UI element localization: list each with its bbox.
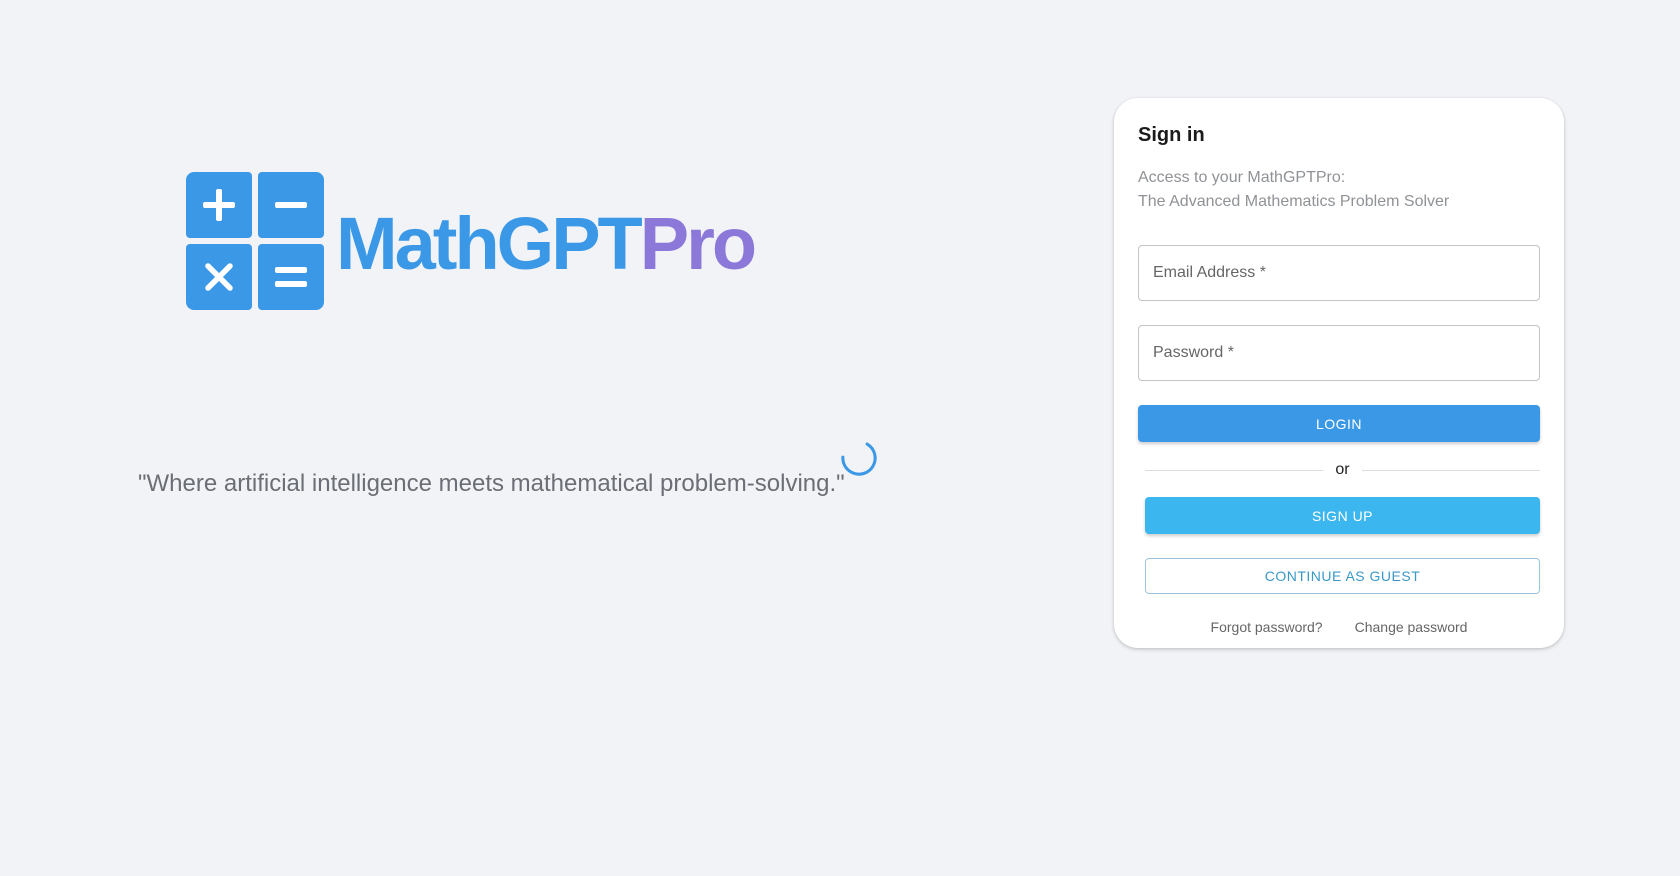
brand-name-part2: Pro	[639, 202, 757, 285]
signin-title: Sign in	[1138, 124, 1205, 146]
signin-subtitle-line2: The Advanced Mathematics Problem Solver	[1138, 193, 1450, 210]
password-field-wrapper	[1138, 325, 1540, 381]
signin-subtitle: Access to your MathGPTPro: The Advanced …	[1138, 166, 1449, 214]
or-divider: or	[1145, 460, 1541, 480]
forgot-password-link[interactable]: Forgot password?	[1211, 619, 1323, 635]
account-links: Forgot password? Change password	[1114, 619, 1564, 635]
loading-spinner-icon	[841, 440, 877, 476]
signin-card: Sign in Access to your MathGPTPro: The A…	[1114, 98, 1564, 648]
brand-name-part1: MathGPT	[336, 202, 643, 285]
email-field-wrapper	[1138, 245, 1540, 301]
logo-calculator-icon	[186, 172, 324, 310]
divider-line-left	[1145, 469, 1324, 471]
plus-icon	[186, 172, 252, 238]
brand-logo: MathGPTPro	[186, 172, 757, 310]
divider-text: or	[1335, 461, 1350, 478]
tagline: "Where artificial intelligence meets mat…	[138, 470, 845, 497]
brand-name: MathGPTPro	[336, 207, 757, 281]
continue-as-guest-button[interactable]: CONTINUE AS GUEST	[1145, 558, 1540, 594]
login-page: MathGPTPro "Where artificial intelligenc…	[0, 0, 1680, 876]
login-button[interactable]: LOGIN	[1138, 405, 1540, 442]
times-icon	[186, 244, 252, 310]
signup-button[interactable]: SIGN UP	[1145, 497, 1540, 534]
password-field[interactable]	[1139, 326, 1539, 380]
equals-icon	[258, 244, 324, 310]
signin-subtitle-line1: Access to your MathGPTPro:	[1138, 169, 1346, 186]
divider-line-right	[1361, 469, 1541, 471]
email-field[interactable]	[1139, 246, 1539, 300]
minus-icon	[258, 172, 324, 238]
change-password-link[interactable]: Change password	[1355, 619, 1468, 635]
